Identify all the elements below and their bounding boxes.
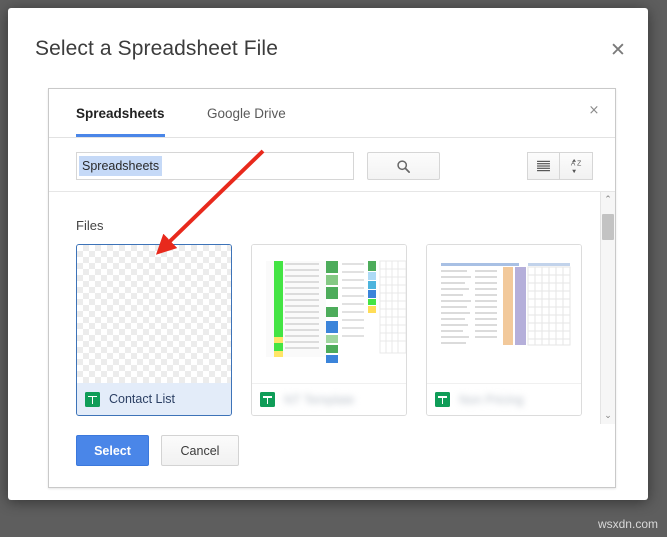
file-caption: NT Template bbox=[252, 383, 406, 415]
file-caption: Non Pricing bbox=[427, 383, 581, 415]
list-view-icon bbox=[536, 160, 551, 172]
search-icon bbox=[396, 159, 411, 174]
spreadsheet-preview-icon bbox=[252, 245, 406, 385]
google-sheets-icon bbox=[435, 392, 450, 407]
panel-close-icon[interactable]: × bbox=[585, 102, 603, 120]
spreadsheet-preview-icon bbox=[427, 245, 581, 385]
file-caption: Contact List bbox=[77, 383, 231, 415]
file-tile[interactable]: NT Template bbox=[251, 244, 407, 416]
file-name: NT Template bbox=[284, 393, 354, 407]
file-thumbnail bbox=[427, 245, 581, 385]
dialog-title: Select a Spreadsheet File bbox=[35, 37, 278, 61]
tab-spreadsheets[interactable]: Spreadsheets bbox=[76, 89, 165, 137]
search-button[interactable] bbox=[367, 152, 440, 180]
cancel-button[interactable]: Cancel bbox=[161, 435, 239, 466]
svg-text:Z: Z bbox=[576, 159, 581, 167]
watermark: wsxdn.com bbox=[598, 517, 658, 531]
sort-az-icon: A Z bbox=[567, 158, 586, 175]
file-name: Non Pricing bbox=[459, 393, 524, 407]
close-icon[interactable]: ✕ bbox=[606, 38, 630, 62]
select-button[interactable]: Select bbox=[76, 435, 149, 466]
file-name: Contact List bbox=[109, 392, 175, 406]
search-toolbar: Spreadsheets bbox=[49, 138, 615, 191]
file-tile[interactable]: Contact List bbox=[76, 244, 232, 416]
tab-bar: Spreadsheets Google Drive × bbox=[49, 89, 615, 138]
scroll-up-icon[interactable]: ⌃ bbox=[601, 192, 615, 208]
tab-google-drive[interactable]: Google Drive bbox=[207, 89, 286, 137]
dialog-footer: Select Cancel bbox=[49, 424, 615, 487]
scrollbar-thumb[interactable] bbox=[602, 214, 614, 240]
google-sheets-icon bbox=[260, 392, 275, 407]
google-sheets-icon bbox=[85, 392, 100, 407]
files-section-label: Files bbox=[76, 218, 103, 233]
file-picker-panel: Spreadsheets Google Drive × Spreadsheets bbox=[48, 88, 616, 488]
vertical-scrollbar[interactable]: ⌃ ⌄ bbox=[600, 192, 615, 424]
list-view-button[interactable] bbox=[527, 152, 560, 180]
view-controls-group: A Z bbox=[527, 152, 593, 180]
spreadsheet-picker-dialog: Select a Spreadsheet File ✕ Spreadsheets… bbox=[8, 8, 648, 500]
file-thumbnail bbox=[77, 245, 231, 385]
file-tile-grid: Contact List bbox=[76, 244, 582, 416]
file-thumbnail bbox=[252, 245, 406, 385]
file-browser-area: Files Contact List bbox=[49, 191, 615, 424]
scroll-down-icon[interactable]: ⌄ bbox=[601, 408, 615, 424]
sort-az-button[interactable]: A Z bbox=[560, 152, 593, 180]
file-tile[interactable]: Non Pricing bbox=[426, 244, 582, 416]
search-input[interactable] bbox=[76, 152, 354, 180]
